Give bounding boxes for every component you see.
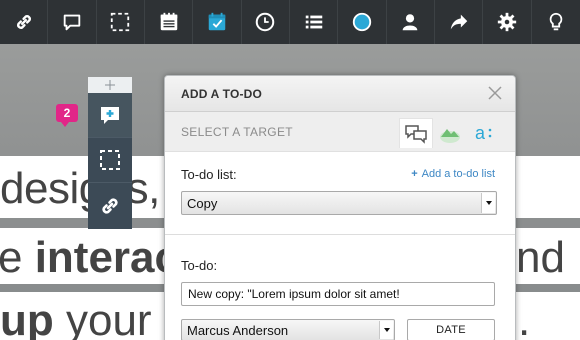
add-todo-list-label: Add a to-do list (421, 168, 495, 180)
link-icon (102, 197, 118, 214)
color-button[interactable] (338, 0, 387, 44)
link-icon (16, 15, 31, 29)
clock-icon (256, 12, 275, 32)
todo-section: To-do: New copy: "Lorem ipsum dolor sit … (165, 234, 515, 340)
asana-icon: a (475, 123, 492, 143)
top-toolbar (0, 0, 580, 44)
user-button[interactable] (387, 0, 435, 44)
close-icon[interactable] (487, 85, 503, 101)
color-dot-icon (352, 12, 372, 32)
add-todo-dialog: ADD A TO-DO SELECT A TARGET a To-do list… (164, 75, 516, 340)
assignee-value: Marcus Anderson (187, 322, 289, 338)
target-options: a (399, 118, 501, 148)
basecamp-icon (440, 129, 460, 143)
add-comment-icon (101, 107, 119, 124)
settings-button[interactable] (483, 0, 532, 44)
target-selector: SELECT A TARGET a (165, 112, 515, 152)
target-label: SELECT A TARGET (181, 124, 293, 139)
gear-icon (497, 12, 517, 32)
add-todo-list-link[interactable]: + Add a to-do list (411, 168, 495, 180)
tips-button[interactable] (532, 0, 580, 44)
todo-input[interactable]: New copy: "Lorem ipsum dolor sit amet! (181, 282, 495, 306)
drag-handle[interactable] (88, 77, 132, 93)
move-icon (105, 80, 115, 90)
todo-label: To-do: (181, 258, 218, 273)
todo-list-section: To-do list: + Add a to-do list Copy (165, 152, 515, 234)
headline-line-3-end: . (518, 296, 531, 340)
todo-list-label: To-do list: (181, 167, 237, 182)
notes-button[interactable] (145, 0, 194, 44)
list-icon (305, 15, 322, 29)
list-button[interactable] (290, 0, 339, 44)
side-palette (88, 77, 132, 229)
selection-icon (100, 150, 120, 170)
link-tool-button[interactable] (88, 183, 132, 228)
todo-list-value: Copy (187, 195, 218, 211)
share-icon (450, 14, 467, 30)
comment-button[interactable] (48, 0, 97, 44)
selection-button[interactable] (97, 0, 145, 44)
svg-text:a: a (475, 123, 486, 143)
date-button[interactable]: DATE (407, 319, 495, 340)
target-chat[interactable] (399, 118, 433, 148)
comment-icon (63, 14, 81, 31)
todo-list-select[interactable]: Copy (181, 191, 497, 215)
comment-count-badge[interactable]: 2 (56, 104, 78, 127)
chevron-down-icon (481, 193, 495, 213)
plus-icon: + (411, 168, 418, 180)
lightbulb-icon (549, 12, 563, 31)
headline-line-3: up your ( (0, 296, 179, 340)
todo-calendar-icon (208, 12, 226, 31)
dialog-title: ADD A TO-DO (181, 86, 263, 101)
chat-icon (405, 124, 427, 144)
selection-tool-button[interactable] (88, 138, 132, 183)
notes-icon (160, 12, 177, 31)
todo-button[interactable] (193, 0, 242, 44)
chevron-down-icon (379, 321, 393, 339)
headline-line-2: e interac (0, 233, 179, 282)
add-comment-button[interactable] (88, 93, 132, 138)
user-icon (402, 14, 418, 31)
assignee-select[interactable]: Marcus Anderson (181, 319, 395, 340)
selection-icon (111, 12, 130, 32)
clock-button[interactable] (242, 0, 290, 44)
dialog-header: ADD A TO-DO (165, 76, 515, 112)
headline-line-2-end: nd (516, 233, 565, 282)
share-button[interactable] (435, 0, 484, 44)
target-basecamp[interactable] (433, 118, 467, 148)
headline-line-1: designs, (0, 164, 160, 213)
link-button[interactable] (0, 0, 49, 44)
target-asana[interactable]: a (467, 118, 501, 148)
